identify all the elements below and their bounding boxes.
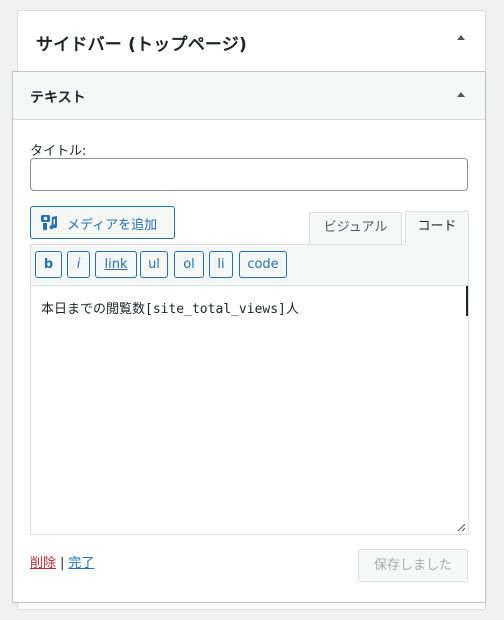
ol-button[interactable]: ol [174, 251, 204, 278]
title-input[interactable] [30, 158, 468, 191]
add-media-label: メディアを追加 [67, 218, 158, 233]
media-camera-music-icon [41, 215, 58, 230]
ul-button[interactable]: ul [140, 251, 168, 278]
text-cursor [466, 286, 468, 316]
delete-link[interactable]: 削除 [30, 556, 56, 571]
link-button[interactable]: link [95, 251, 137, 278]
done-link[interactable]: 完了 [68, 556, 94, 571]
text-widget: テキスト タイトル: メディアを追加 ビジュアル コード b i link ul… [12, 71, 486, 603]
sidebar-header[interactable]: サイドバー (トップページ) [18, 11, 485, 73]
bold-button[interactable]: b [35, 251, 62, 278]
sidebar-title: サイドバー (トップページ) [36, 35, 247, 55]
caret-up-icon[interactable] [457, 35, 465, 40]
code-button[interactable]: code [239, 251, 287, 278]
resize-handle-icon[interactable] [457, 523, 466, 532]
quicktags-toolbar: b i link ul ol li code [31, 245, 468, 286]
save-button[interactable]: 保存しました [358, 549, 468, 582]
content-textarea[interactable]: 本日までの閲覧数[site_total_views]人 [31, 286, 468, 534]
italic-button[interactable]: i [67, 251, 90, 278]
widget-footer-links: 削除 | 完了 [30, 552, 94, 571]
add-media-button[interactable]: メディアを追加 [30, 206, 175, 239]
caret-up-icon[interactable] [457, 92, 465, 97]
tab-visual[interactable]: ビジュアル [309, 212, 402, 244]
code-editor: b i link ul ol li code 本日までの閲覧数[site_tot… [30, 244, 469, 535]
widget-title: テキスト [30, 90, 86, 106]
li-button[interactable]: li [209, 251, 233, 278]
title-field-label: タイトル: [30, 144, 87, 159]
tab-code[interactable]: コード [405, 211, 469, 245]
content-text: 本日までの閲覧数[site_total_views]人 [41, 302, 299, 317]
link-separator: | [60, 556, 65, 571]
widget-header[interactable]: テキスト [13, 72, 485, 120]
